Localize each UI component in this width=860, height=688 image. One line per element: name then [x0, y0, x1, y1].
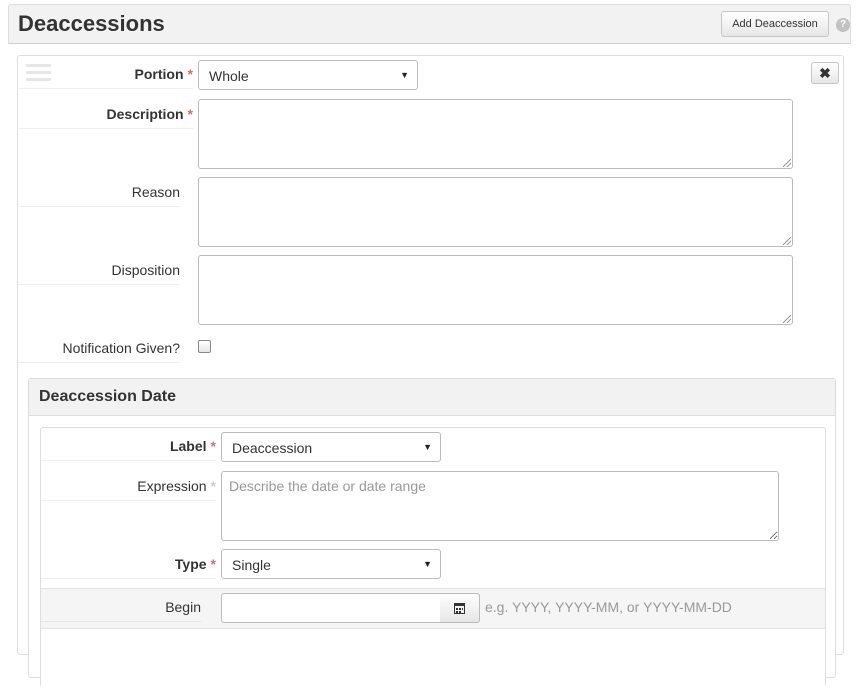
required-star: *	[210, 438, 216, 454]
caret-down-icon: ▼	[423, 559, 432, 569]
date-label-select-value: Deaccession	[232, 440, 313, 456]
disposition-label: Disposition	[18, 262, 180, 285]
required-star: *	[210, 556, 216, 572]
help-icon[interactable]: ?	[836, 18, 850, 32]
required-star: *	[187, 106, 193, 122]
description-label-text: Description	[106, 106, 184, 122]
deaccession-record-panel: ✖ Portion * Whole ▼ Description * Reason D…	[17, 55, 844, 688]
begin-input[interactable]	[221, 593, 441, 623]
remove-record-button[interactable]: ✖	[811, 62, 839, 84]
resize-grip-icon[interactable]	[783, 159, 791, 167]
deaccession-date-header: Deaccession Date	[29, 379, 835, 416]
resize-grip-icon[interactable]	[783, 315, 791, 323]
calendar-button[interactable]	[440, 593, 480, 623]
portion-select[interactable]: Whole ▼	[198, 60, 418, 90]
deaccession-date-title: Deaccession Date	[39, 388, 176, 405]
resize-grip-icon[interactable]	[783, 237, 791, 245]
date-label-label-text: Label	[169, 438, 207, 454]
deaccession-date-panel: Deaccession Date Label * Deaccession ▼ Ex…	[28, 378, 836, 688]
notification-label: Notification Given?	[18, 340, 180, 363]
begin-format-hint: e.g. YYYY, YYYY-MM, or YYYY-MM-DD	[485, 599, 732, 615]
date-label-label: Label *	[41, 438, 216, 461]
description-label: Description *	[18, 106, 193, 129]
type-label-text: Type	[174, 556, 207, 572]
calendar-icon	[454, 603, 465, 614]
portion-select-value: Whole	[209, 68, 249, 84]
add-deaccession-button[interactable]: Add Deaccession	[721, 11, 829, 37]
reason-label: Reason	[18, 184, 180, 207]
begin-label: Begin	[41, 599, 201, 622]
section-header: Deaccessions Add Deaccession ?	[8, 4, 851, 44]
conditional-required-star: *	[210, 478, 216, 494]
portion-label-text: Portion	[134, 66, 184, 82]
section-title: Deaccessions	[18, 11, 165, 36]
type-label: Type *	[41, 556, 216, 579]
expression-label-text: Expression	[137, 478, 207, 494]
end-row	[41, 628, 825, 688]
caret-down-icon: ▼	[400, 70, 409, 80]
date-record-panel: Label* Deaccession ▼ Expression* Type* S…	[40, 427, 826, 688]
date-type-select[interactable]: Single ▼	[221, 549, 441, 579]
description-textarea[interactable]	[198, 99, 793, 169]
caret-down-icon: ▼	[423, 442, 432, 452]
required-star: *	[187, 66, 193, 82]
notification-checkbox[interactable]	[198, 340, 211, 353]
expression-textarea[interactable]	[221, 471, 779, 541]
expression-label: Expression *	[41, 478, 216, 501]
date-label-select[interactable]: Deaccession ▼	[221, 432, 441, 462]
portion-label: Portion *	[18, 66, 193, 89]
disposition-textarea[interactable]	[198, 255, 793, 325]
date-type-select-value: Single	[232, 557, 271, 573]
reason-textarea[interactable]	[198, 177, 793, 247]
